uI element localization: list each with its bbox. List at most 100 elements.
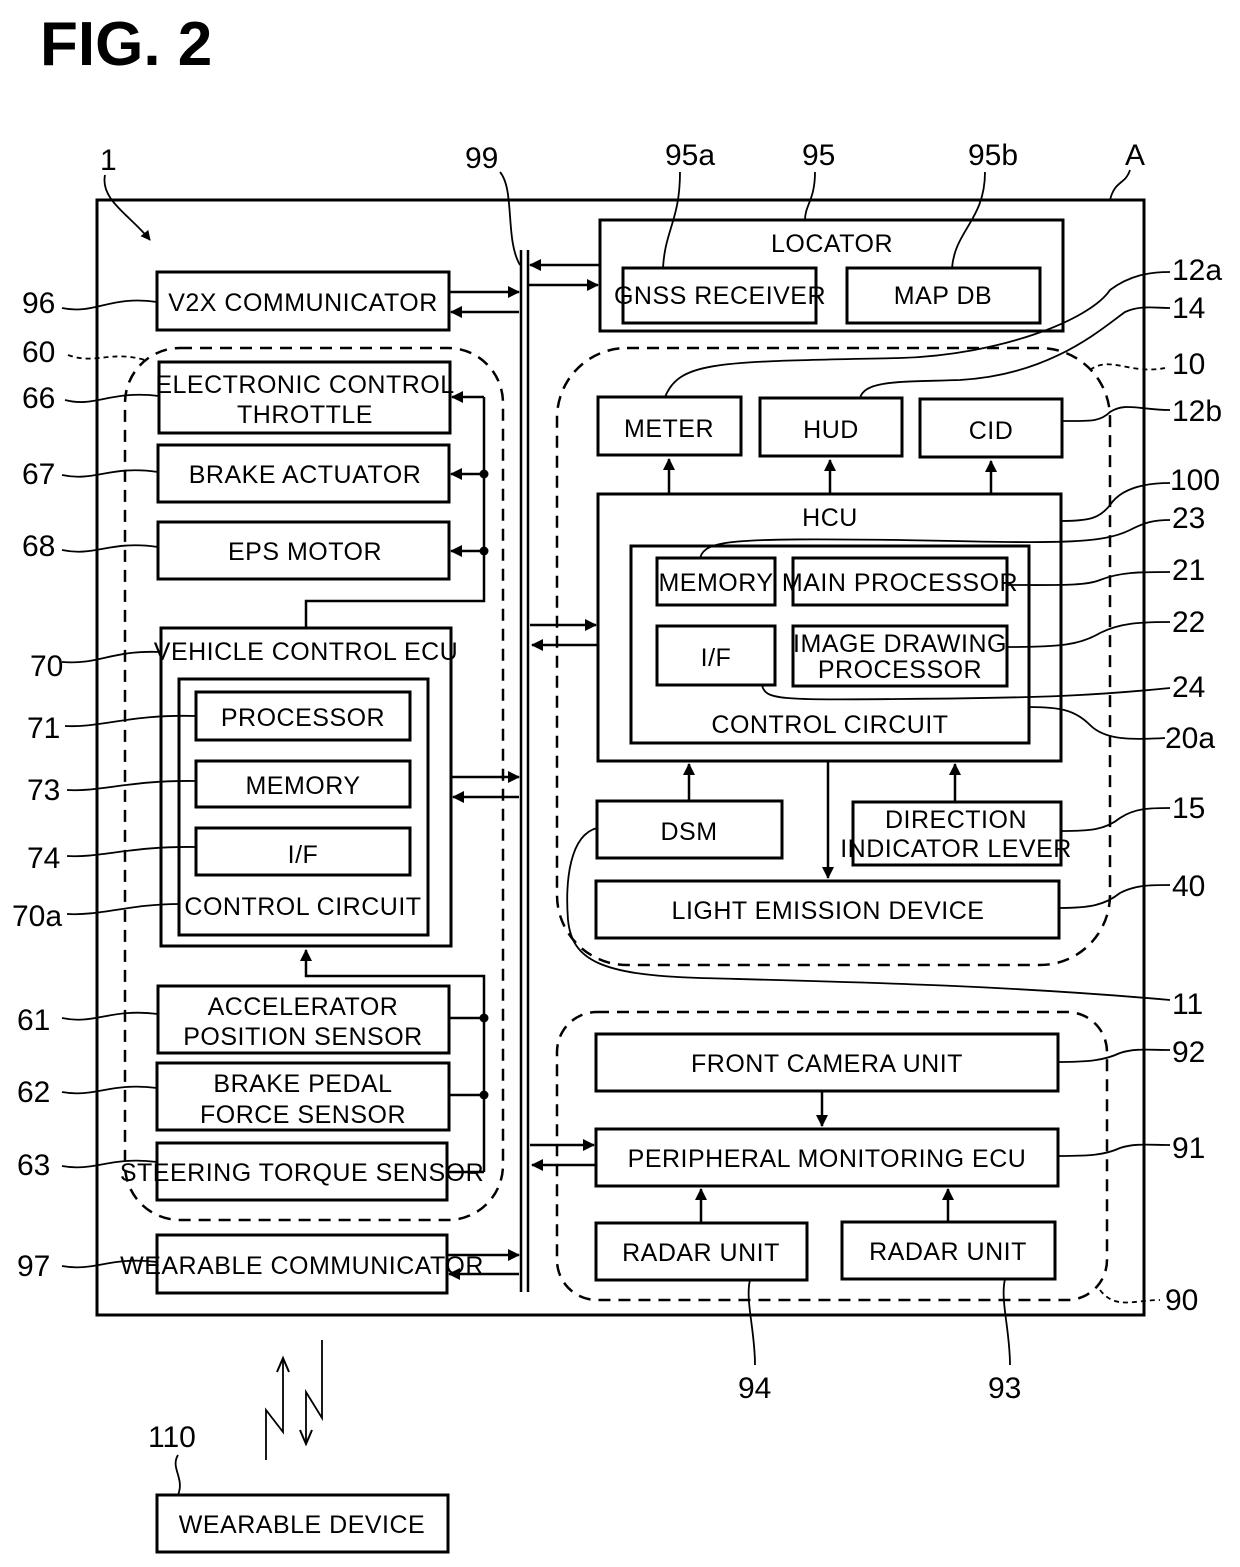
ref-light: 40 bbox=[1172, 870, 1205, 903]
throttle-label-2: THROTTLE bbox=[237, 401, 373, 429]
hcu-label: HCU bbox=[802, 504, 858, 532]
image-drawing-label-2: PROCESSOR bbox=[818, 656, 982, 684]
throttle-label-1: ELECTRONIC CONTROL bbox=[155, 371, 454, 399]
ref-accel: 61 bbox=[17, 1004, 50, 1037]
map-db-label: MAP DB bbox=[894, 282, 992, 310]
direction-lever-label-2: INDICATOR LEVER bbox=[840, 835, 1072, 863]
main-processor-label: MAIN PROCESSOR bbox=[782, 569, 1018, 597]
ref-radar-left: 94 bbox=[738, 1372, 771, 1405]
ref-vecu: 70 bbox=[30, 650, 63, 683]
leader-cid bbox=[1061, 406, 1171, 422]
leader-peripheral-ecu bbox=[1057, 1143, 1171, 1157]
locator-label: LOCATOR bbox=[771, 230, 893, 258]
ref-front-camera: 92 bbox=[1172, 1036, 1205, 1069]
leader-group10 bbox=[1089, 363, 1166, 371]
wearable-device-label: WEARABLE DEVICE bbox=[179, 1511, 425, 1539]
ref-vif: 74 bbox=[27, 842, 60, 875]
leader-vehicle bbox=[1109, 169, 1131, 201]
ref-vcc: 70a bbox=[12, 900, 62, 933]
ref-radar-right: 93 bbox=[988, 1372, 1021, 1405]
ref-group90: 90 bbox=[1165, 1284, 1198, 1317]
ref-system: 1 bbox=[100, 144, 117, 177]
leader-radar-left bbox=[747, 1279, 756, 1366]
ref-hcu-control-circuit: 20a bbox=[1165, 722, 1215, 755]
v2x-communicator-label: V2X COMMUNICATOR bbox=[168, 289, 438, 317]
ref-hcu-if: 24 bbox=[1172, 671, 1205, 704]
leader-system bbox=[103, 174, 151, 241]
leader-brake-actuator bbox=[61, 469, 159, 478]
vehicle-if-label: I/F bbox=[288, 841, 319, 869]
leader-hcu bbox=[1060, 482, 1171, 522]
ref-wearable-device: 110 bbox=[148, 1421, 196, 1454]
peripheral-monitoring-ecu-label: PERIPHERAL MONITORING ECU bbox=[628, 1145, 1027, 1173]
block-diagram: FIG. 2 A 1 99 LOCATOR GNSS RECEIVER MAP … bbox=[12, 10, 1222, 1554]
ref-brake-actuator: 67 bbox=[22, 458, 55, 491]
ref-group60: 60 bbox=[22, 336, 55, 369]
leader-group90 bbox=[1099, 1289, 1161, 1304]
ref-cid: 12b bbox=[1172, 395, 1222, 428]
ref-mapdb: 95b bbox=[968, 139, 1018, 172]
leader-direction-lever bbox=[1060, 807, 1171, 832]
leader-vecu bbox=[61, 650, 162, 664]
ref-peripheral-ecu: 91 bbox=[1172, 1132, 1205, 1165]
accel-label-2: POSITION SENSOR bbox=[183, 1023, 422, 1051]
leader-light bbox=[1058, 884, 1171, 909]
wireless-up-icon bbox=[265, 1360, 284, 1460]
image-drawing-label-1: IMAGE DRAWING bbox=[793, 630, 1007, 658]
ref-group10: 10 bbox=[1172, 348, 1205, 381]
leader-front-camera bbox=[1057, 1048, 1171, 1063]
junction-dot bbox=[479, 1013, 489, 1023]
ref-meter: 12a bbox=[1172, 254, 1222, 287]
ref-processor: 71 bbox=[27, 712, 60, 745]
leader-bus bbox=[499, 171, 521, 266]
steering-torque-sensor-label: STEERING TORQUE SENSOR bbox=[120, 1159, 484, 1187]
leader-throttle bbox=[64, 393, 160, 403]
dsm-label: DSM bbox=[660, 818, 717, 846]
leader-wearable-device bbox=[174, 1454, 181, 1496]
direction-lever-label-1: DIRECTION bbox=[885, 806, 1027, 834]
ref-gnss: 95a bbox=[665, 139, 715, 172]
ref-throttle: 66 bbox=[22, 382, 55, 415]
wireless-down-icon bbox=[305, 1340, 323, 1442]
vehicle-memory-label: MEMORY bbox=[245, 772, 360, 800]
ref-wearable-comm: 97 bbox=[17, 1250, 50, 1283]
hud-label: HUD bbox=[803, 416, 859, 444]
junction-dot bbox=[479, 1090, 489, 1100]
processor-label: PROCESSOR bbox=[221, 704, 385, 732]
hcu-control-circuit-label: CONTROL CIRCUIT bbox=[711, 711, 948, 739]
radar-unit-left-label: RADAR UNIT bbox=[622, 1239, 780, 1267]
gnss-receiver-label: GNSS RECEIVER bbox=[614, 282, 826, 310]
hcu-memory-label: MEMORY bbox=[658, 569, 773, 597]
leader-brake-pedal bbox=[61, 1085, 158, 1095]
leader-locator bbox=[804, 171, 816, 221]
leader-group60 bbox=[67, 354, 146, 361]
radar-unit-right-label: RADAR UNIT bbox=[869, 1238, 1027, 1266]
ref-v2x: 96 bbox=[22, 287, 55, 320]
meter-label: METER bbox=[624, 415, 714, 443]
ref-direction-lever: 15 bbox=[1172, 792, 1205, 825]
leader-radar-right bbox=[1002, 1278, 1011, 1366]
figure-title: FIG. 2 bbox=[40, 10, 212, 79]
junction-dot bbox=[479, 469, 489, 479]
ref-hud: 14 bbox=[1172, 292, 1205, 325]
ref-image-processor: 22 bbox=[1172, 606, 1205, 639]
ref-hcu: 100 bbox=[1170, 464, 1220, 497]
ref-eps: 68 bbox=[22, 530, 55, 563]
ref-dsm: 11 bbox=[1172, 988, 1203, 1021]
ref-locator: 95 bbox=[802, 139, 835, 172]
brake-actuator-label: BRAKE ACTUATOR bbox=[189, 461, 422, 489]
leader-v2x bbox=[61, 299, 158, 311]
ref-brake-pedal: 62 bbox=[17, 1076, 50, 1109]
ref-vehicle: A bbox=[1125, 139, 1145, 172]
junction-dot bbox=[479, 546, 489, 556]
vehicle-control-circuit-label: CONTROL CIRCUIT bbox=[184, 893, 421, 921]
brake-pedal-label-2: FORCE SENSOR bbox=[200, 1101, 406, 1129]
accel-label-1: ACCELERATOR bbox=[208, 993, 399, 1021]
wearable-communicator-label: WEARABLE COMMUNICATOR bbox=[120, 1252, 484, 1280]
ref-bus: 99 bbox=[465, 142, 498, 175]
ref-steering: 63 bbox=[17, 1149, 50, 1182]
front-camera-unit-label: FRONT CAMERA UNIT bbox=[691, 1050, 963, 1078]
eps-motor-label: EPS MOTOR bbox=[228, 538, 382, 566]
sensor-bus-line bbox=[300, 949, 486, 1172]
cid-label: CID bbox=[969, 417, 1014, 445]
